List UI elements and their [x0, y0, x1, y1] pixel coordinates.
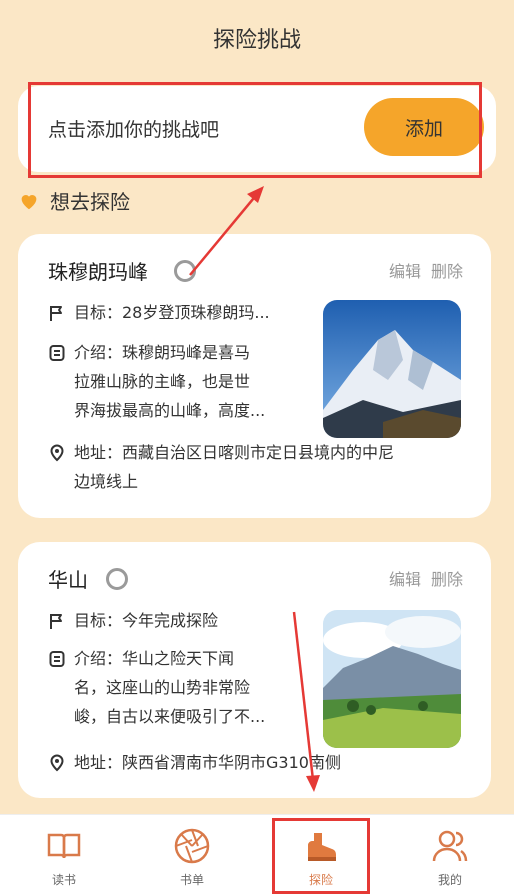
highlight-box-tab — [272, 818, 370, 894]
book-icon — [47, 833, 81, 859]
page-title: 探险挑战 — [212, 28, 301, 53]
delete-button[interactable]: 删除 — [431, 570, 463, 589]
challenge-name: 华山 — [48, 568, 88, 592]
section-header: 想去探险 — [18, 186, 130, 215]
intro-row: 介绍：珠穆朗玛峰是喜马 拉雅山脉的主峰，也是世 界海拔最高的山峰，高度... — [48, 338, 265, 425]
user-icon — [432, 830, 468, 862]
flag-icon — [50, 614, 62, 629]
address-row: 地址：陕西省渭南市华阴市G310南侧 — [48, 748, 341, 777]
location-pin-icon — [50, 754, 64, 772]
goal-row: 目标：28岁登顶珠穆朗玛... — [48, 298, 270, 327]
edit-button[interactable]: 编辑 — [389, 262, 421, 281]
intro-row: 介绍：华山之险天下闻 名，这座山的山势非常险 峻，自古以来便吸引了不... — [48, 644, 265, 731]
card-actions: 编辑 删除 — [379, 566, 463, 590]
heart-icon — [21, 194, 37, 209]
challenge-card[interactable]: 珠穆朗玛峰 编辑 删除 目标：28岁登顶珠穆朗玛... 介绍：珠穆朗玛峰是喜马 拉… — [18, 234, 491, 518]
challenge-image — [323, 300, 461, 438]
edit-button[interactable]: 编辑 — [389, 570, 421, 589]
aperture-icon — [174, 828, 210, 864]
bottom-tab-bar: 读书 书单 探险 我的 — [0, 814, 514, 896]
intro-text: 介绍：珠穆朗玛峰是喜马 拉雅山脉的主峰，也是世 界海拔最高的山峰，高度... — [74, 343, 266, 420]
tab-label: 书单 — [179, 873, 204, 887]
tab-read[interactable]: 读书 — [0, 815, 128, 896]
location-pin-icon — [50, 444, 64, 462]
tab-mine[interactable]: 我的 — [386, 815, 514, 896]
goal-text: 目标：今年完成探险 — [74, 611, 219, 630]
complete-toggle[interactable] — [174, 260, 196, 282]
document-icon — [49, 345, 65, 361]
address-text: 地址：陕西省渭南市华阴市G310南侧 — [74, 753, 341, 772]
delete-button[interactable]: 删除 — [431, 262, 463, 281]
complete-toggle[interactable] — [106, 568, 128, 590]
goal-row: 目标：今年完成探险 — [48, 606, 218, 635]
tab-booklist[interactable]: 书单 — [128, 815, 256, 896]
challenge-image — [323, 610, 461, 748]
tab-label: 我的 — [437, 873, 462, 887]
document-icon — [49, 651, 65, 667]
intro-text: 介绍：华山之险天下闻 名，这座山的山势非常险 峻，自古以来便吸引了不... — [74, 649, 266, 726]
challenge-name: 珠穆朗玛峰 — [48, 260, 148, 284]
goal-text: 目标：28岁登顶珠穆朗玛... — [74, 303, 270, 322]
address-text: 地址：西藏自治区日喀则市定日县境内的中尼 边境线上 — [74, 443, 395, 491]
address-row: 地址：西藏自治区日喀则市定日县境内的中尼 边境线上 — [48, 438, 394, 496]
card-actions: 编辑 删除 — [379, 258, 463, 282]
highlight-box-add — [28, 82, 482, 178]
section-title: 想去探险 — [50, 190, 130, 214]
challenge-card[interactable]: 华山 编辑 删除 目标：今年完成探险 介绍：华山之险天下闻 名，这座山的山势非常险… — [18, 542, 491, 798]
tab-label: 读书 — [51, 873, 76, 887]
flag-icon — [50, 306, 62, 321]
